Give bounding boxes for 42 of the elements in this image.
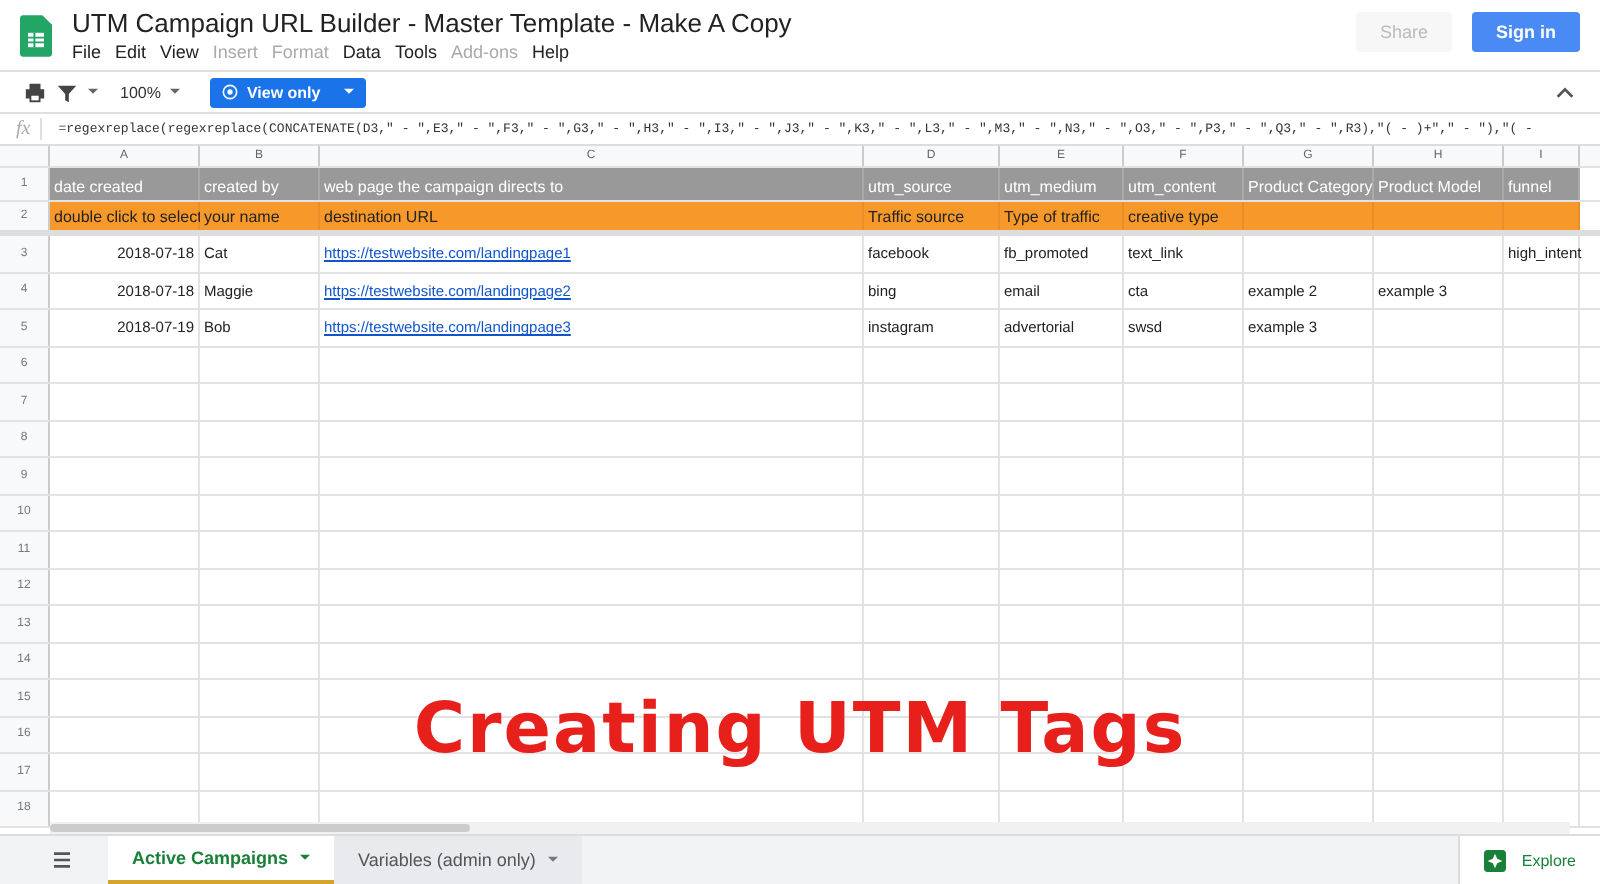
column-header-label: web page the campaign directs to [320,168,864,200]
sheet-tab[interactable]: Active Campaigns [108,836,335,884]
document-title: UTM Campaign URL Builder - Master Template - Make A Copy [72,8,792,38]
column-header-label: utm_source [864,168,1000,200]
caret-icon[interactable] [344,88,355,96]
caret-icon[interactable] [300,854,311,862]
column-hint: destination URL [320,202,864,230]
column-hint: double click to select [50,202,200,230]
menu-item[interactable]: Edit [115,42,147,62]
column-header-label: Product Category [1244,168,1374,200]
spreadsheet-icon[interactable] [20,14,52,58]
menu-item[interactable]: Tools [394,42,437,62]
column-hint: Type of traffic [1000,202,1124,230]
explore-button[interactable]: Explore [1457,836,1600,884]
menu-item[interactable]: File [72,42,102,62]
column-hint: your name [200,202,320,230]
menu-item[interactable]: View [160,42,199,62]
column-header-label: date created [50,168,200,200]
zoom-select[interactable]: 100% [120,83,161,101]
caret-icon[interactable] [170,88,181,96]
filter-icon[interactable] [56,81,78,103]
menu-item[interactable]: Data [342,42,381,62]
column-header-label: utm_medium [1000,168,1124,200]
menu-item[interactable]: Help [531,42,569,62]
explore-icon [1483,849,1506,871]
scrollbar-thumb[interactable] [50,824,470,832]
eye-icon [222,84,239,100]
column-hint: Traffic source [864,202,1000,230]
print-icon[interactable] [24,81,46,103]
fx-label: fx [16,118,43,140]
menu-icon[interactable] [52,852,72,868]
column-header-label: funnel [1504,168,1580,200]
sign-in-button[interactable]: Sign in [1472,12,1580,52]
column-hint: creative type [1124,202,1244,230]
view-only-button[interactable]: View only [210,77,367,107]
overlay-title: Creating UTM Tags [413,690,1187,770]
column-header-label: utm_content [1124,168,1244,200]
caret-icon[interactable] [88,88,98,96]
column-header-label: Product Model [1374,168,1504,200]
sheet-tab[interactable]: Variables (admin only) [334,836,582,884]
column-header-label: created by [200,168,320,200]
caret-icon[interactable] [547,856,558,864]
